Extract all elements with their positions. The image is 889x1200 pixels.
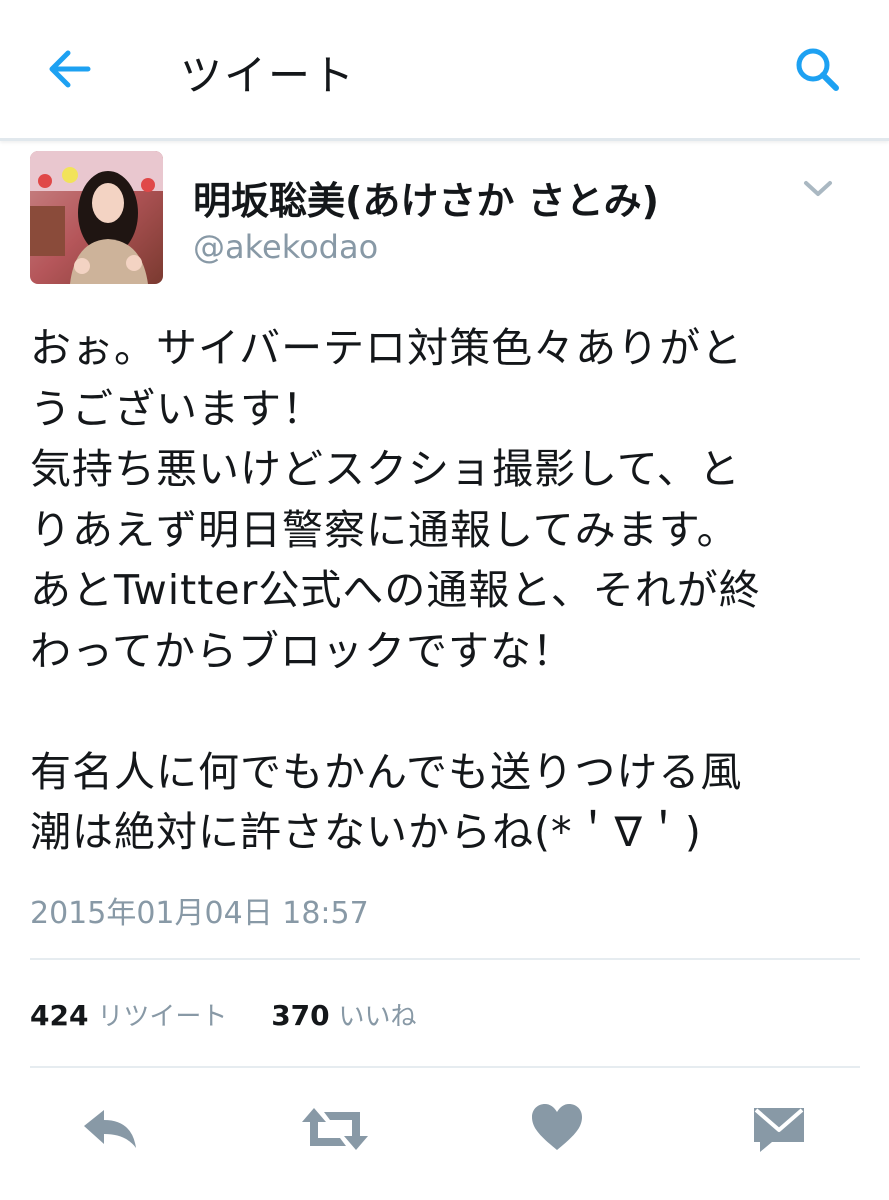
retweet-icon — [302, 1108, 368, 1150]
direct-message-icon — [754, 1108, 804, 1152]
heart-icon — [532, 1104, 582, 1150]
retweet-count: 424 — [30, 999, 89, 1032]
user-handle[interactable]: @akekodao — [193, 228, 378, 266]
top-bar: ツイート — [0, 0, 889, 141]
arrow-left-icon — [49, 50, 91, 88]
back-button[interactable] — [44, 46, 98, 92]
tweet-text: おぉ。サイバーテロ対策色々ありがと うございます！ 気持ち悪いけどスクショ撮影し… — [30, 324, 761, 856]
profile-photo — [30, 151, 163, 284]
page-title: ツイート — [180, 51, 357, 100]
like-stat[interactable]: 370 いいね — [271, 999, 416, 1032]
search-icon — [796, 48, 839, 91]
reply-button[interactable] — [80, 1104, 140, 1158]
search-button[interactable] — [792, 44, 846, 96]
avatar[interactable] — [30, 151, 163, 284]
like-button[interactable] — [530, 1102, 584, 1156]
like-label: いいね — [338, 1002, 417, 1032]
divider — [30, 1066, 860, 1068]
chevron-down-icon — [804, 181, 832, 196]
reply-icon — [84, 1110, 136, 1148]
action-bar — [0, 1090, 889, 1170]
direct-message-button[interactable] — [752, 1104, 806, 1158]
engagement-stats: 424 リツイート 370 いいね — [30, 996, 417, 1033]
retweet-label: リツイート — [97, 1002, 228, 1032]
tweet-timestamp: 2015年01月04日 18:57 — [30, 896, 369, 931]
retweet-stat[interactable]: 424 リツイート — [30, 999, 236, 1032]
divider — [30, 958, 860, 960]
like-count: 370 — [271, 999, 330, 1032]
display-name[interactable]: 明坂聡美(あけさか さとみ) — [193, 170, 659, 225]
retweet-button[interactable] — [300, 1104, 370, 1158]
more-options-button[interactable] — [800, 174, 836, 202]
